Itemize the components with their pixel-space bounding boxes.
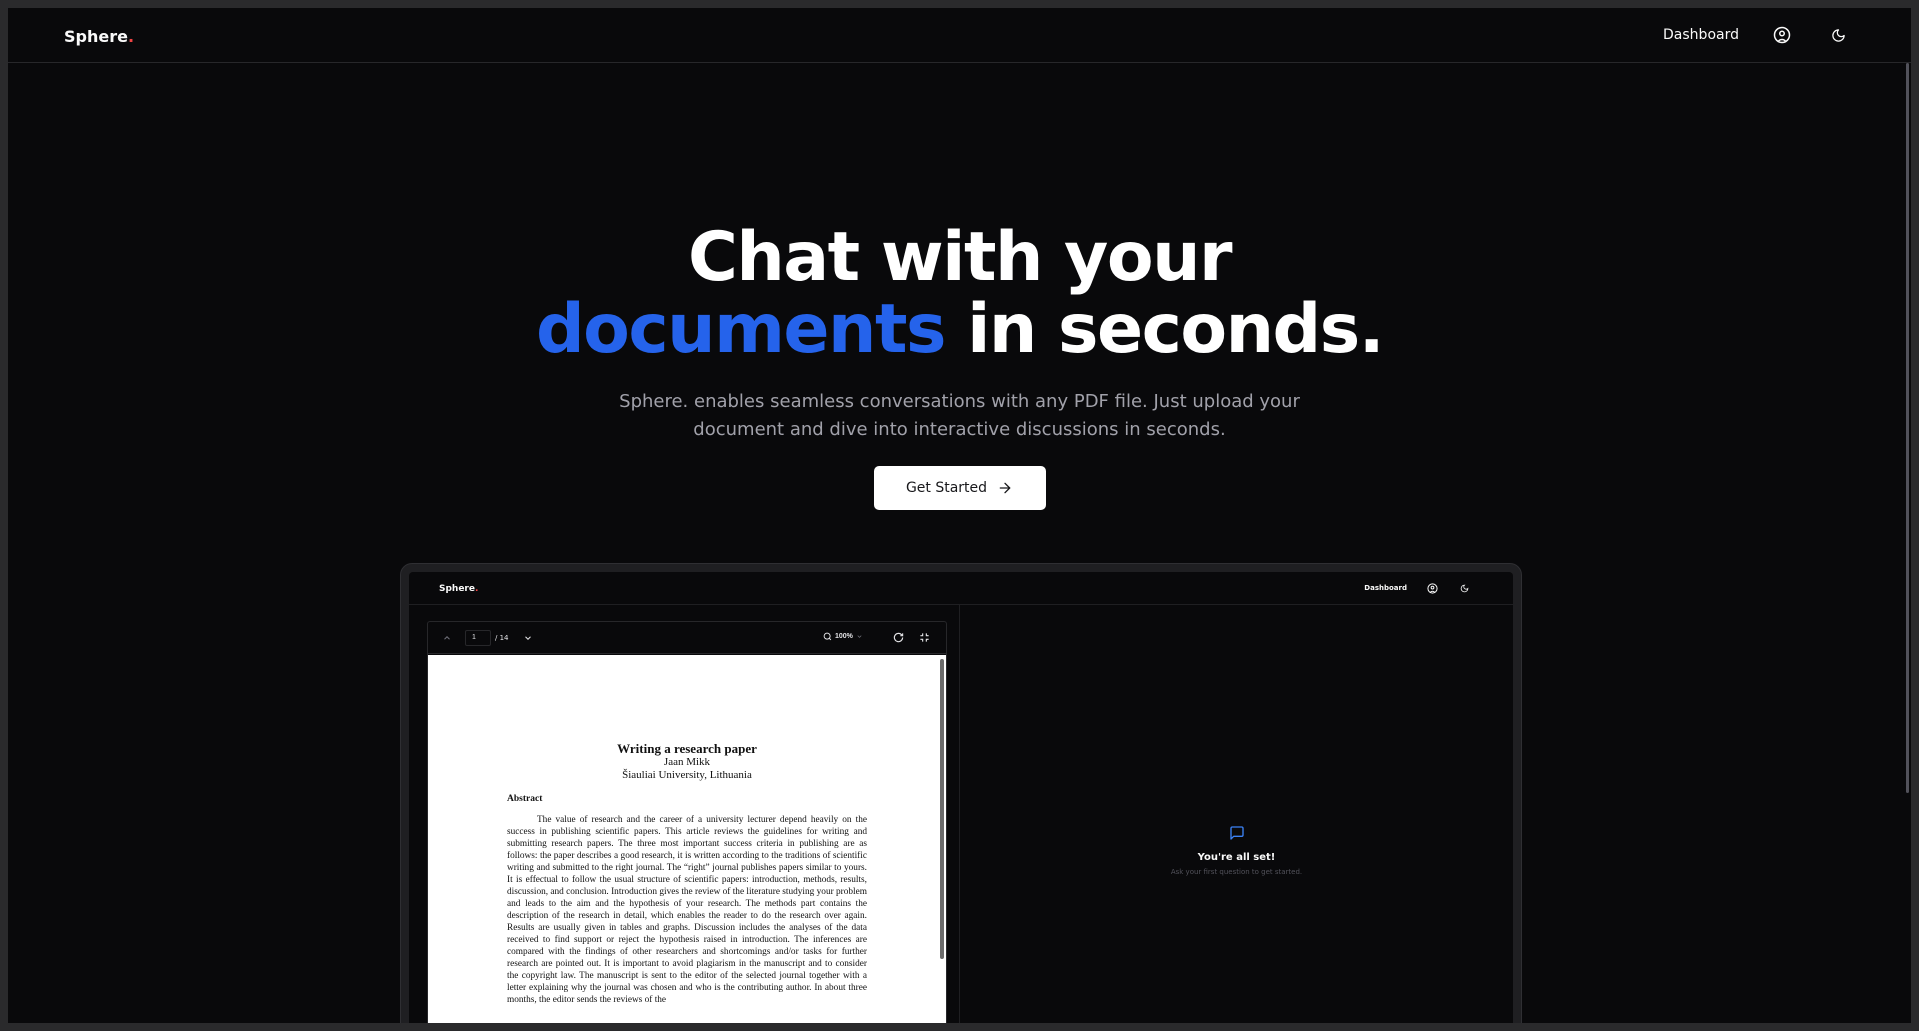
preview-brand-logo: Sphere. xyxy=(439,584,478,594)
hero-title: Chat with your documents in seconds. xyxy=(8,222,1911,366)
chevron-up-icon xyxy=(444,636,450,640)
nav-actions: Dashboard xyxy=(1663,22,1851,48)
get-started-button[interactable]: Get Started xyxy=(873,466,1046,510)
preview-dashboard-link: Dashboard xyxy=(1364,584,1407,592)
search-icon xyxy=(823,632,832,641)
arrow-right-icon xyxy=(999,482,1011,494)
doc-affiliation: Šiauliai University, Lithuania xyxy=(622,769,752,781)
top-navbar: Sphere. Dashboard xyxy=(8,8,1911,63)
pdf-scrollbar xyxy=(940,659,944,959)
message-square-icon xyxy=(1229,826,1244,840)
app-preview-screen: Sphere. Dashboard 1 / 14 100% Writing a … xyxy=(409,572,1513,1023)
moon-icon[interactable] xyxy=(1825,22,1851,48)
hero-title-line1: Chat with your xyxy=(687,218,1233,297)
browser-viewport: Sphere. Dashboard Chat with your documen… xyxy=(8,8,1911,1023)
hero-subtitle: Sphere. enables seamless conversations w… xyxy=(619,391,1300,440)
preview-brand-dot: . xyxy=(474,584,479,594)
abstract-heading: Abstract xyxy=(507,794,543,804)
hero-section: Chat with your documents in seconds. Sph… xyxy=(8,222,1911,510)
chat-panel: You're all set! Ask your first question … xyxy=(959,605,1513,1023)
rotate-icon xyxy=(893,632,904,643)
doc-title: Writing a research paper xyxy=(617,741,757,756)
chat-empty-hint: Ask your first question to get started. xyxy=(1170,868,1303,876)
preview-brand-name: Sphere xyxy=(439,584,475,594)
preview-nav-actions: Dashboard xyxy=(1364,581,1471,595)
hero-title-accent: documents xyxy=(535,290,946,369)
chat-empty-title: You're all set! xyxy=(1197,852,1276,863)
zoom-control: 100% xyxy=(823,632,863,641)
chat-empty-state: You're all set! Ask your first question … xyxy=(960,825,1513,876)
page-number-input: 1 xyxy=(465,630,491,646)
preview-user-circle-icon xyxy=(1425,581,1439,595)
hero-title-rest: in seconds. xyxy=(944,290,1384,369)
page-total: / 14 xyxy=(495,634,509,642)
pdf-viewer: 1 / 14 100% Writing a research paper Jaa… xyxy=(427,621,947,1023)
zoom-chevron-icon xyxy=(857,635,862,638)
brand-name: Sphere xyxy=(64,27,128,46)
chevron-down-icon xyxy=(525,636,531,640)
pdf-document: Writing a research paper Jaan Mikk Šiaul… xyxy=(507,741,867,1006)
preview-navbar: Sphere. Dashboard xyxy=(409,572,1513,605)
user-circle-icon[interactable] xyxy=(1769,22,1795,48)
zoom-level: 100% xyxy=(835,633,853,640)
get-started-label: Get Started xyxy=(905,480,988,496)
dashboard-link[interactable]: Dashboard xyxy=(1663,27,1739,43)
brand-logo[interactable]: Sphere. xyxy=(64,27,134,46)
preview-moon-icon xyxy=(1457,581,1471,595)
pdf-toolbar: 1 / 14 100% xyxy=(428,622,946,654)
abstract-text: The value of research and the career of … xyxy=(507,815,867,1005)
fullscreen-icon xyxy=(920,633,929,642)
pdf-page: Writing a research paper Jaan Mikk Šiaul… xyxy=(428,655,946,1023)
app-preview-frame: Sphere. Dashboard 1 / 14 100% Writing a … xyxy=(400,563,1522,1023)
doc-author: Jaan Mikk xyxy=(663,756,711,768)
brand-dot: . xyxy=(127,27,135,46)
